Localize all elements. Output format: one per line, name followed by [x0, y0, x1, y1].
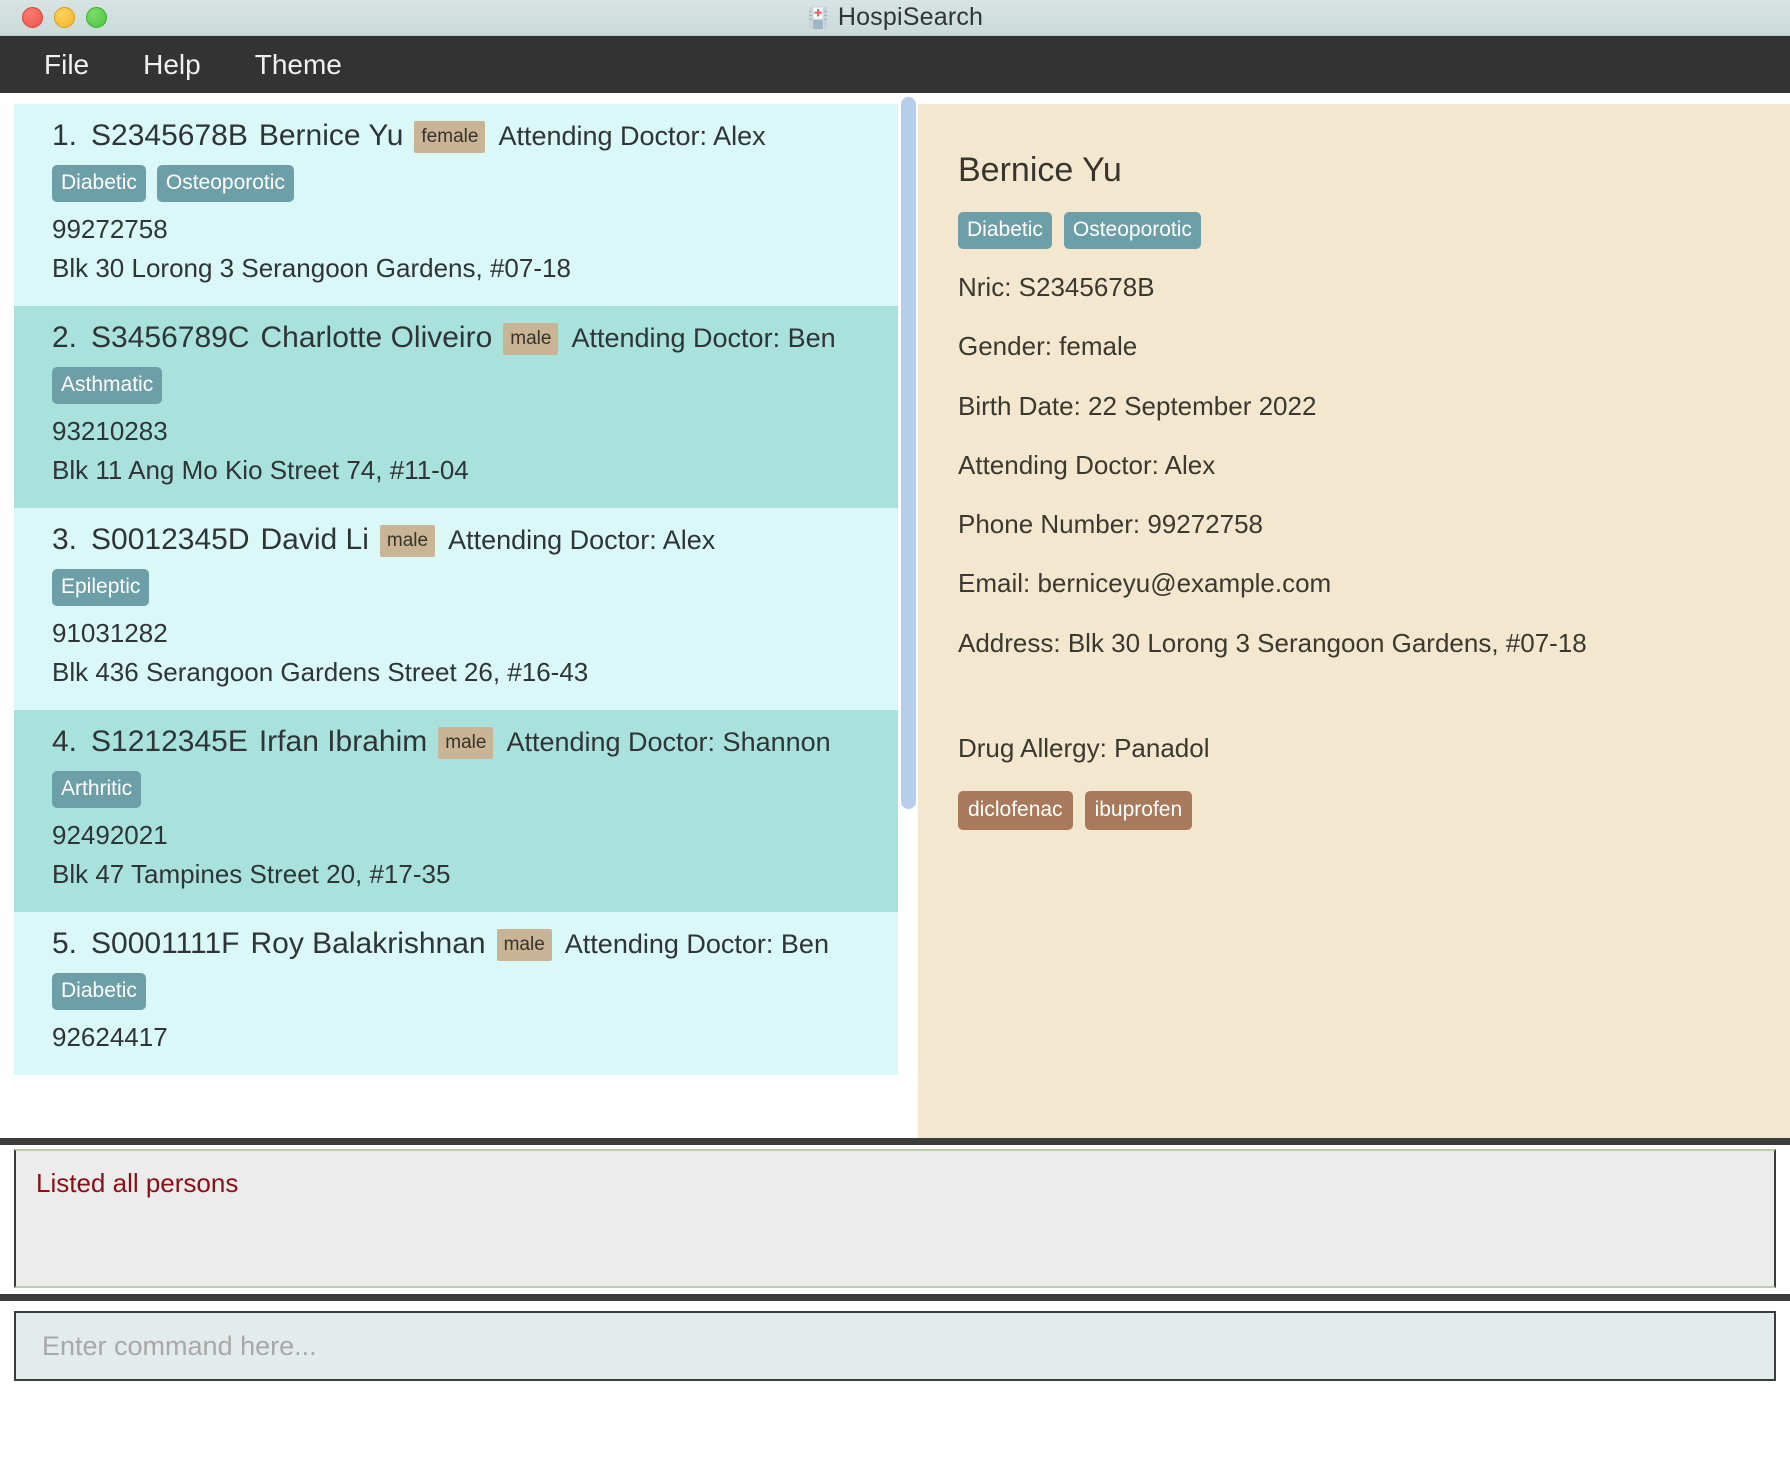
person-card-header: 1. S2345678B Bernice Yu female Attending Doc… [52, 119, 898, 156]
allergy-tag: diclofenac [958, 791, 1073, 831]
condition-tag: Asthmatic [52, 367, 163, 404]
person-index: 5. [52, 927, 78, 960]
person-index: 1. [52, 119, 78, 152]
gender-badge: male [496, 929, 552, 961]
condition-tag: Diabetic [52, 165, 146, 202]
person-name: David Li [260, 523, 369, 556]
person-address: Blk 436 Serangoon Gardens Street 26, #16… [52, 657, 589, 687]
command-zone [0, 1301, 1790, 1458]
window-titlebar: HospiSearch [0, 0, 1790, 36]
person-address: Blk 30 Lorong 3 Serangoon Gardens, #07-1… [52, 253, 571, 283]
maximize-button[interactable] [86, 7, 107, 28]
window-title-group: HospiSearch [0, 0, 1790, 35]
person-condition-tags: Asthmatic [52, 367, 898, 404]
menu-bar: File Help Theme [0, 36, 1790, 93]
person-phone: 93210283 [52, 416, 168, 446]
hospisearch-window: HospiSearch File Help Theme 1. S2345678B B… [0, 0, 1790, 1458]
person-card[interactable]: 1. S2345678B Bernice Yu female Attending Doc… [14, 104, 898, 306]
person-card-header: 5. S0001111F Roy Balakrishnan male Attending… [52, 927, 898, 964]
window-title: HospiSearch [837, 3, 984, 31]
close-button[interactable] [22, 7, 43, 28]
main-content: 1. S2345678B Bernice Yu female Attending Doc… [0, 93, 1790, 1138]
detail-birth-date: Birth Date: 22 September 2022 [958, 390, 1317, 421]
person-attending-doctor: Attending Doctor: Ben [564, 929, 829, 959]
condition-tag: Arthritic [52, 771, 142, 808]
gender-badge: female [414, 121, 486, 153]
gender-badge: male [503, 323, 559, 355]
person-name: Irfan Ibrahim [258, 725, 428, 758]
person-name: Bernice Yu [258, 119, 404, 152]
detail-address: Address: Blk 30 Lorong 3 Serangoon Garde… [958, 627, 1587, 658]
menu-help[interactable]: Help [127, 47, 217, 83]
person-index: 3. [52, 523, 78, 556]
minimize-button[interactable] [54, 7, 75, 28]
person-condition-tags: Arthritic [52, 771, 898, 808]
window-controls [22, 7, 107, 28]
person-address: Blk 11 Ang Mo Kio Street 74, #11-04 [52, 455, 469, 485]
result-zone: Listed all persons [0, 1145, 1790, 1294]
person-card[interactable]: 5. S0001111F Roy Balakrishnan male Attending… [14, 912, 898, 1075]
person-nric: S0012345D [91, 523, 250, 556]
detail-condition-tags: Diabetic Osteoporotic [958, 212, 1790, 249]
person-index: 4. [52, 725, 78, 758]
person-address: Blk 47 Tampines Street 20, #17-35 [52, 859, 451, 889]
detail-email: Email: berniceyu@example.com [958, 568, 1332, 599]
condition-tag: Diabetic [52, 973, 146, 1010]
person-attending-doctor: Attending Doctor: Ben [571, 323, 836, 353]
person-phone: 91031282 [52, 618, 168, 648]
person-list-scrollbar[interactable] [900, 97, 917, 1029]
person-condition-tags: Epileptic [52, 569, 898, 606]
person-condition-tags: Diabetic Osteoporotic [52, 165, 898, 202]
gender-badge: male [379, 525, 436, 557]
person-nric: S3456789C [91, 321, 250, 354]
person-nric: S2345678B [91, 119, 248, 152]
person-card-header: 4. S1212345E Irfan Ibrahim male Attending Do… [52, 725, 898, 762]
person-phone: 92624417 [52, 1022, 168, 1052]
person-card[interactable]: 3. S0012345D David Li male Attending Doctor:… [14, 508, 898, 710]
result-display-box: Listed all persons [14, 1149, 1776, 1288]
gender-badge: male [438, 727, 494, 759]
detail-nric: Nric: S2345678B [958, 272, 1155, 302]
person-attending-doctor: Attending Doctor: Alex [448, 525, 716, 555]
command-box[interactable] [14, 1311, 1776, 1381]
allergy-tag: ibuprofen [1084, 791, 1193, 831]
person-detail-panel: Bernice Yu Diabetic Osteoporotic Nric: S2… [918, 104, 1790, 1138]
detail-gender: Gender: female [958, 331, 1138, 362]
person-list: 1. S2345678B Bernice Yu female Attending Doc… [14, 104, 898, 1075]
detail-person-name: Bernice Yu [958, 151, 1122, 189]
person-list-panel[interactable]: 1. S2345678B Bernice Yu female Attending Doc… [14, 104, 918, 1138]
person-card[interactable]: 2. S3456789C Charlotte Oliveiro male Attendi… [14, 306, 898, 508]
detail-condition-tag: Osteoporotic [1063, 212, 1201, 249]
person-condition-tags: Diabetic [52, 973, 898, 1010]
menu-file[interactable]: File [28, 47, 105, 83]
person-card-header: 3. S0012345D David Li male Attending Doctor:… [52, 523, 898, 560]
person-phone: 99272758 [52, 214, 168, 244]
person-card-header: 2. S3456789C Charlotte Oliveiro male Attendi… [52, 321, 898, 358]
person-nric: S0001111F [91, 927, 240, 960]
result-message: Listed all persons [36, 1168, 239, 1198]
person-index: 2. [52, 321, 78, 354]
person-attending-doctor: Attending Doctor: Shannon [506, 727, 831, 757]
detail-allergy-tags: diclofenac ibuprofen [958, 791, 1790, 831]
condition-tag: Osteoporotic [156, 165, 294, 202]
detail-drug-allergy: Drug Allergy: Panadol [958, 732, 1210, 763]
person-nric: S1212345E [91, 725, 248, 758]
menu-theme[interactable]: Theme [239, 47, 358, 83]
detail-spacer [958, 686, 1790, 732]
detail-phone-number: Phone Number: 99272758 [958, 509, 1264, 540]
person-attending-doctor: Attending Doctor: Alex [498, 121, 766, 151]
command-input[interactable] [42, 1330, 1774, 1362]
person-card[interactable]: 4. S1212345E Irfan Ibrahim male Attending Do… [14, 710, 898, 912]
divider-above-result [0, 1138, 1790, 1145]
detail-attending-doctor: Attending Doctor: Alex [958, 449, 1216, 480]
person-name: Charlotte Oliveiro [260, 321, 493, 354]
divider-above-command [0, 1294, 1790, 1301]
hospital-icon [808, 6, 827, 29]
person-phone: 92492021 [52, 820, 168, 850]
condition-tag: Epileptic [52, 569, 150, 606]
person-name: Roy Balakrishnan [250, 927, 486, 960]
detail-condition-tag: Diabetic [958, 212, 1052, 249]
scrollbar-thumb[interactable] [901, 97, 916, 809]
